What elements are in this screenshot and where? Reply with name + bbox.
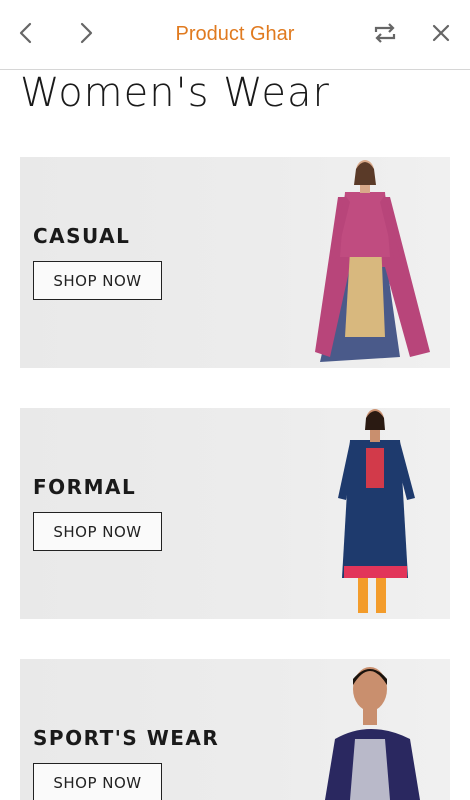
page-title: Women's Wear: [20, 70, 330, 116]
shop-now-button[interactable]: SHOP NOW: [33, 261, 162, 300]
model-image: [338, 409, 415, 613]
close-button[interactable]: [425, 17, 457, 49]
category-label: SPORT'S WEAR: [33, 726, 220, 750]
category-banner-formal[interactable]: FORMAL SHOP NOW: [20, 408, 450, 619]
category-banner-sports-wear[interactable]: SPORT'S WEAR SHOP NOW: [20, 659, 450, 800]
close-icon: [432, 24, 450, 42]
app-title: Product Ghar: [175, 23, 295, 45]
repeat-button[interactable]: [369, 17, 401, 49]
model-image: [315, 160, 430, 362]
category-label: CASUAL: [33, 224, 131, 248]
chevron-left-icon: [19, 22, 32, 44]
model-image: [325, 667, 420, 800]
shop-now-button[interactable]: SHOP NOW: [33, 512, 162, 551]
forward-button[interactable]: [70, 17, 102, 49]
category-label: FORMAL: [33, 475, 137, 499]
chevron-right-icon: [80, 22, 93, 44]
repeat-icon: [374, 23, 396, 43]
shop-now-button[interactable]: SHOP NOW: [33, 763, 162, 800]
top-bar: Product Ghar: [0, 0, 470, 70]
category-banner-casual[interactable]: CASUAL SHOP NOW: [20, 157, 450, 368]
back-button[interactable]: [10, 17, 42, 49]
